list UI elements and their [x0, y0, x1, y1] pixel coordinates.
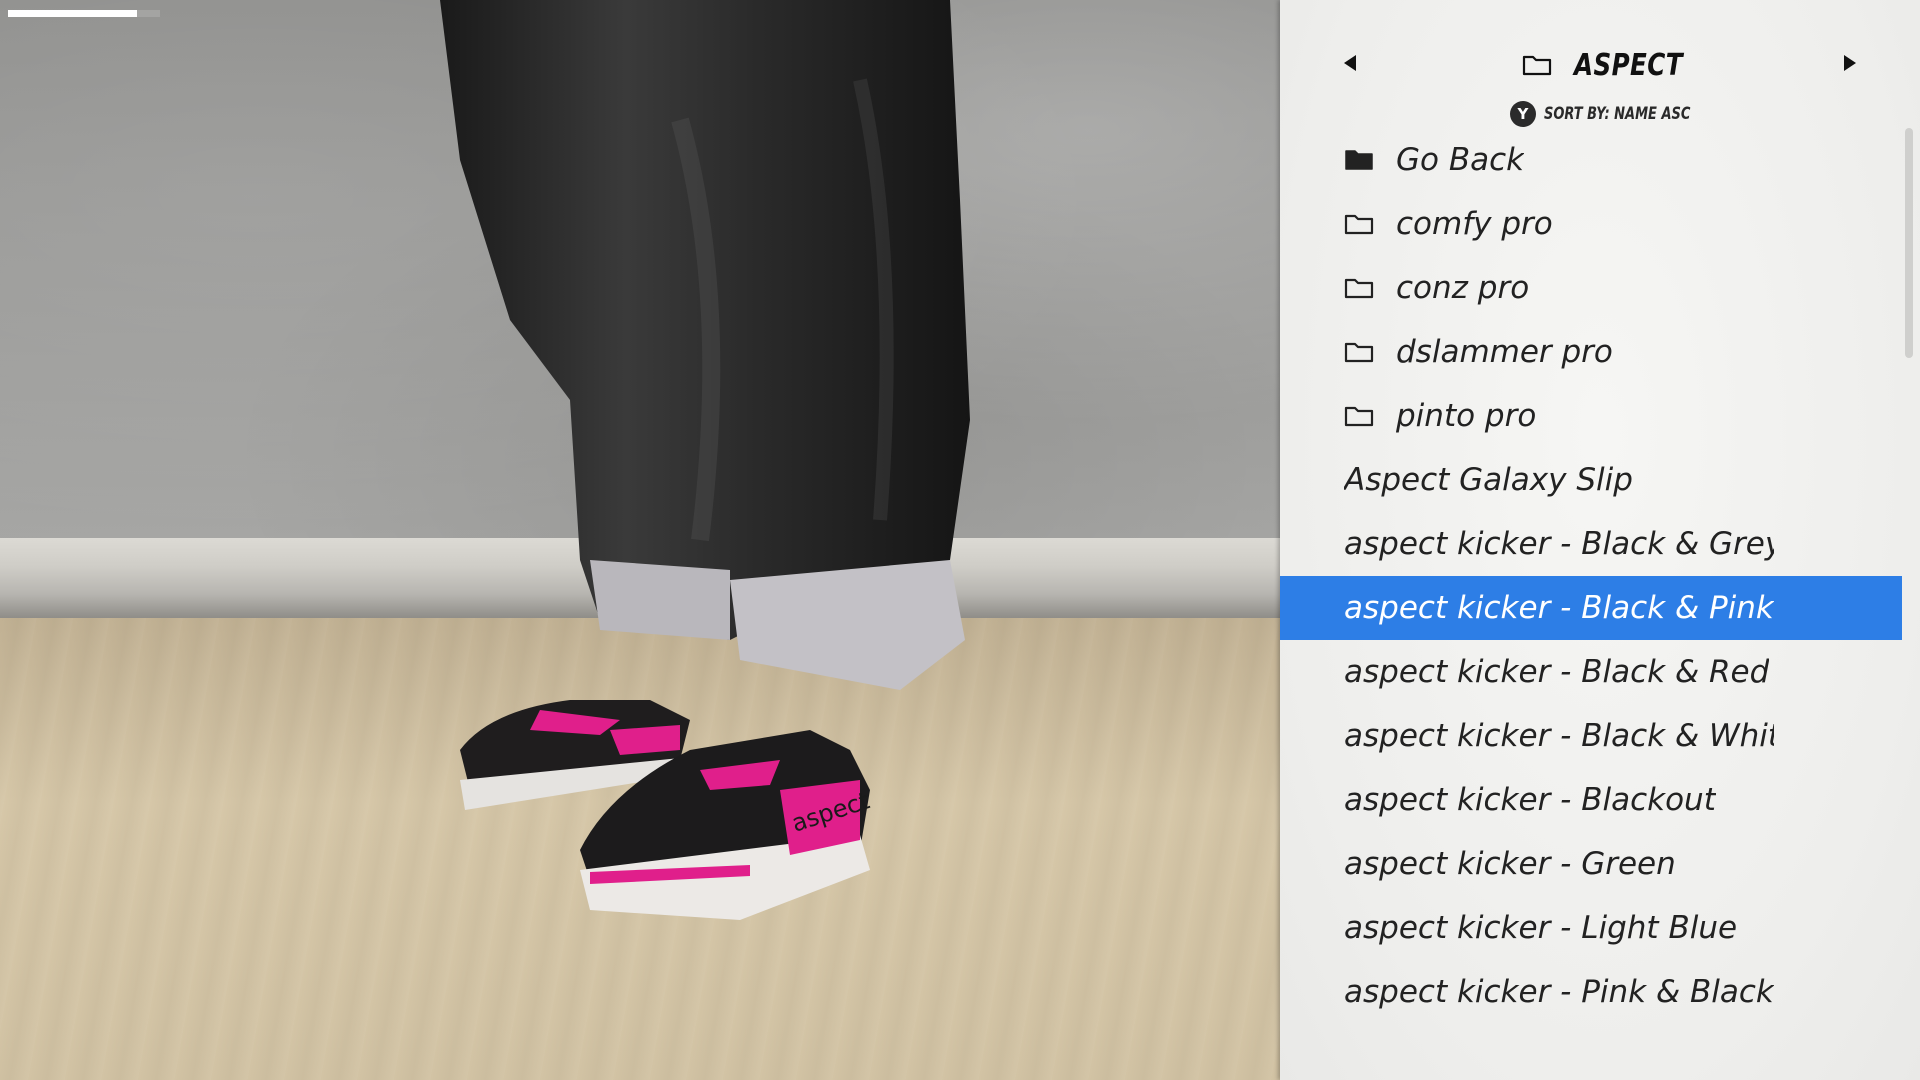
menu-item-conz-pro[interactable]: conz pro — [1280, 256, 1902, 320]
menu-item-label: aspect kicker - Black & Grey & I — [1344, 526, 1774, 562]
menu-item-dslammer-pro[interactable]: dslammer pro — [1280, 320, 1902, 384]
scroll-thumb[interactable] — [1905, 128, 1913, 358]
menu-item-label: pinto pro — [1396, 398, 1537, 434]
menu-item-aspect-kicker-blackout[interactable]: aspect kicker - Blackout — [1280, 768, 1902, 832]
menu-item-aspect-kicker-black-pink[interactable]: aspect kicker - Black & Pink — [1280, 576, 1902, 640]
menu-item-label: aspect kicker - Pink & Black — [1344, 974, 1774, 1010]
menu-item-label: comfy pro — [1396, 206, 1553, 242]
folder-outline-icon — [1344, 342, 1374, 363]
menu-item-label: Aspect Galaxy Slip — [1344, 462, 1633, 498]
next-category-arrow[interactable] — [1844, 55, 1856, 71]
menu-item-label: dslammer pro — [1396, 334, 1613, 370]
folder-outline-icon — [1344, 406, 1374, 427]
menu-item-go-back[interactable]: Go Back — [1280, 128, 1902, 192]
menu-item-label: aspect kicker - Black & Pink — [1344, 590, 1774, 626]
clothing-menu-panel: ASPECT Y SORT BY: NAME ASC Go Back comfy … — [1280, 0, 1920, 1080]
menu-header: ASPECT — [1280, 40, 1920, 90]
folder-filled-icon — [1345, 150, 1373, 170]
character-preview: aspect — [0, 0, 1280, 1080]
sort-control[interactable]: Y SORT BY: NAME ASC — [1280, 99, 1920, 129]
menu-item-comfy-pro[interactable]: comfy pro — [1280, 192, 1902, 256]
menu-item-aspect-kicker-black-white[interactable]: aspect kicker - Black & White — [1280, 704, 1902, 768]
menu-item-aspect-galaxy-slip[interactable]: Aspect Galaxy Slip — [1280, 448, 1902, 512]
menu-item-label: conz pro — [1396, 270, 1530, 306]
menu-item-aspect-kicker-pink-black[interactable]: aspect kicker - Pink & Black — [1280, 960, 1902, 1024]
menu-item-aspect-kicker-light-blue[interactable]: aspect kicker - Light Blue — [1280, 896, 1902, 960]
menu-item-label: aspect kicker - Black & White — [1344, 718, 1774, 754]
y-button-icon: Y — [1509, 101, 1536, 127]
menu-item-label: aspect kicker - Blackout — [1344, 782, 1716, 818]
menu-list: Go Back comfy pro conz pro dslammer pro pint… — [1280, 128, 1902, 1024]
menu-title-wrap: ASPECT — [1280, 40, 1920, 90]
menu-item-aspect-kicker-green[interactable]: aspect kicker - Green — [1280, 832, 1902, 896]
menu-item-pinto-pro[interactable]: pinto pro — [1280, 384, 1902, 448]
menu-item-aspect-kicker-black-grey-i[interactable]: aspect kicker - Black & Grey & I — [1280, 512, 1902, 576]
hud-progress-bar — [8, 10, 160, 17]
menu-item-label: aspect kicker - Green — [1344, 846, 1676, 882]
menu-scrollbar[interactable] — [1902, 128, 1916, 1068]
menu-title: ASPECT — [1573, 47, 1683, 83]
menu-item-label: Go Back — [1396, 142, 1525, 178]
menu-item-label: aspect kicker - Light Blue — [1344, 910, 1738, 946]
folder-outline-icon — [1522, 55, 1551, 76]
menu-item-aspect-kicker-black-red[interactable]: aspect kicker - Black & Red — [1280, 640, 1902, 704]
folder-outline-icon — [1344, 278, 1374, 299]
menu-item-label: aspect kicker - Black & Red — [1344, 654, 1770, 690]
folder-outline-icon — [1344, 214, 1374, 235]
sneakers: aspect — [460, 700, 873, 920]
sort-label: SORT BY: NAME ASC — [1543, 104, 1691, 124]
hud-progress-fill — [8, 10, 138, 17]
